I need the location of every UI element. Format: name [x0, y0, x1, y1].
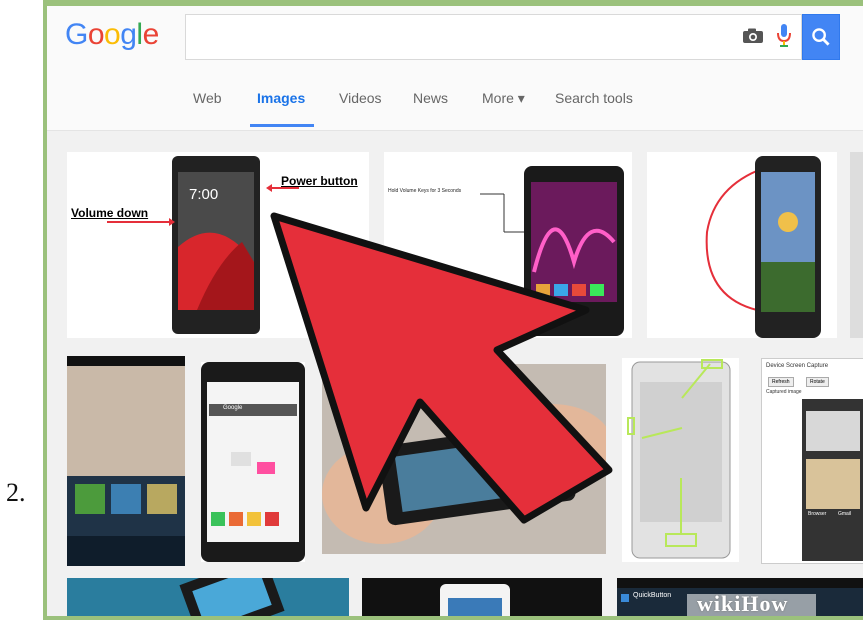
- logo-letter: o: [87, 18, 105, 51]
- tab-search-tools[interactable]: Search tools: [555, 90, 633, 106]
- image-result[interactable]: Google: [201, 362, 305, 562]
- search-tabs: Web Images Videos News More ▾ Search too…: [47, 86, 863, 130]
- tab-more[interactable]: More ▾: [482, 90, 525, 107]
- image-result[interactable]: [362, 578, 602, 616]
- browser-app-label: Browser: [808, 511, 827, 517]
- power-button-label: Power button: [281, 174, 358, 188]
- volume-down-label: Volume down: [71, 206, 149, 220]
- image-result[interactable]: [67, 578, 349, 616]
- capture-title: Device Screen Capture: [766, 363, 829, 369]
- tab-videos[interactable]: Videos: [339, 90, 382, 106]
- quickbutton-label: QuickButton: [633, 592, 672, 599]
- hold-caption: Hold Volume Keys for 3 Seconds: [388, 188, 462, 194]
- phone-clock: 7:00: [189, 186, 219, 203]
- search-icon: [812, 28, 830, 46]
- phone-image: [480, 166, 624, 336]
- image-result[interactable]: [622, 358, 739, 562]
- image-result[interactable]: Hold Volume Keys for 3 Seconds: [384, 152, 632, 338]
- hands-phone-image: [322, 364, 606, 554]
- refresh-button: Refresh: [768, 377, 794, 387]
- phone-image: [179, 578, 285, 616]
- logo-letter: o: [104, 18, 121, 51]
- logo-letter: G: [65, 18, 88, 51]
- step-number: 2.: [6, 478, 26, 507]
- microphone-icon[interactable]: [777, 24, 791, 48]
- phone-screen-image: [67, 356, 185, 566]
- captured-image-label: Captured image: [766, 389, 802, 395]
- phone-image: [705, 156, 821, 338]
- search-input[interactable]: [185, 14, 802, 60]
- phone-search-label: Google: [223, 405, 243, 411]
- google-images-page: Google Web Images Videos News More ▾ Sea…: [47, 6, 863, 616]
- tab-web[interactable]: Web: [193, 90, 222, 106]
- search-header: Google Web Images Videos News More ▾ Sea…: [47, 6, 863, 131]
- image-result[interactable]: Device Screen Capture Refresh Rotate Cap…: [761, 358, 863, 564]
- phone-image: [201, 362, 305, 562]
- phone-diagram-image: [627, 359, 731, 559]
- image-result[interactable]: 7:00 Power button Volume down: [67, 152, 369, 338]
- phone-image: [440, 584, 510, 616]
- rotate-button: Rotate: [806, 377, 829, 387]
- image-result[interactable]: [322, 364, 606, 554]
- active-tab-indicator: [250, 124, 314, 127]
- image-result[interactable]: [67, 356, 185, 566]
- wikihow-watermark: wikiHow: [697, 591, 789, 616]
- google-logo[interactable]: Google: [65, 18, 159, 52]
- gmail-app-label: Gmail: [838, 511, 852, 517]
- logo-letter: e: [142, 18, 160, 51]
- search-button[interactable]: [802, 14, 840, 60]
- logo-letter: g: [120, 18, 137, 51]
- image-results-grid: 7:00 Power button Volume down Hold Volum…: [47, 130, 863, 616]
- image-result[interactable]: [647, 152, 837, 338]
- tab-images[interactable]: Images: [257, 90, 305, 106]
- camera-icon[interactable]: [742, 28, 764, 44]
- tab-news[interactable]: News: [413, 90, 448, 106]
- image-result[interactable]: [850, 152, 863, 338]
